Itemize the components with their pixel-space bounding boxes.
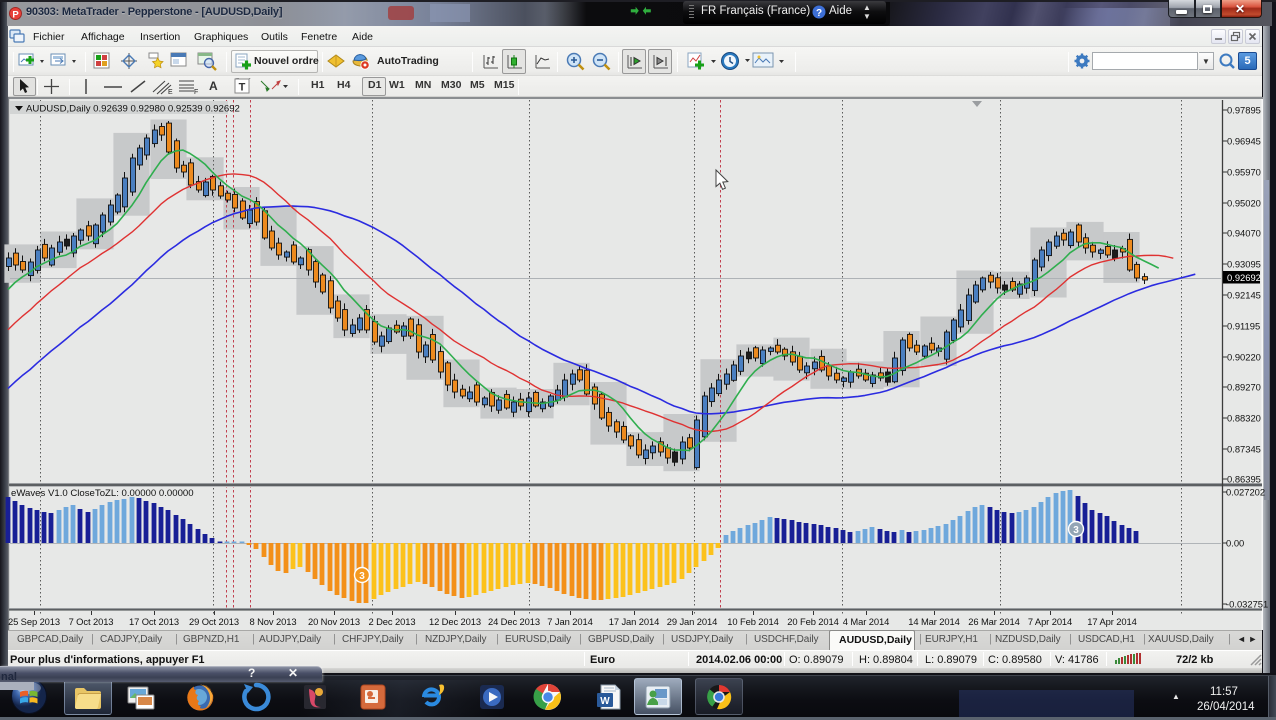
svg-text:17 Oct 2013: 17 Oct 2013 [129, 616, 179, 627]
svg-text:7 Apr 2014: 7 Apr 2014 [1028, 616, 1072, 627]
svg-text:8 Nov 2013: 8 Nov 2013 [250, 616, 297, 627]
svg-text:29 Oct 2013: 29 Oct 2013 [189, 616, 239, 627]
svg-text:14 Mar 2014: 14 Mar 2014 [908, 616, 960, 627]
svg-text:17 Jan 2014: 17 Jan 2014 [609, 616, 660, 627]
svg-text:29 Jan 2014: 29 Jan 2014 [667, 616, 718, 627]
svg-text:25 Sep 2013: 25 Sep 2013 [8, 616, 60, 627]
svg-text:0.95970: 0.95970 [1227, 167, 1261, 178]
svg-text:3: 3 [359, 571, 365, 582]
svg-text:12 Dec 2013: 12 Dec 2013 [429, 616, 481, 627]
svg-text:10 Feb 2014: 10 Feb 2014 [727, 616, 779, 627]
svg-text:17 Apr 2014: 17 Apr 2014 [1087, 616, 1136, 627]
svg-text:0.95020: 0.95020 [1227, 198, 1261, 209]
svg-text:eWaves V1.0 CloseToZL: 0.00000: eWaves V1.0 CloseToZL: 0.00000 0.00000 [11, 488, 194, 499]
svg-text:0.87345: 0.87345 [1227, 444, 1261, 455]
svg-text:AUDUSD,Daily 0.92639 0.92980: AUDUSD,Daily 0.92639 0.92980 0.92539 0.9… [26, 104, 240, 115]
svg-text:0.00: 0.00 [1226, 538, 1244, 549]
svg-text:0.93095: 0.93095 [1227, 259, 1261, 270]
svg-text:0.97895: 0.97895 [1227, 105, 1261, 116]
svg-text:3: 3 [1073, 525, 1079, 536]
svg-text:0.89270: 0.89270 [1227, 382, 1261, 393]
svg-text:0.96945: 0.96945 [1227, 136, 1261, 147]
svg-text:24 Dec 2013: 24 Dec 2013 [488, 616, 540, 627]
svg-text:26 Mar 2014: 26 Mar 2014 [968, 616, 1020, 627]
svg-text:0.91195: 0.91195 [1227, 321, 1260, 332]
svg-text:7 Oct 2013: 7 Oct 2013 [69, 616, 114, 627]
svg-text:W: W [600, 696, 610, 707]
svg-text:0.90220: 0.90220 [1227, 352, 1261, 363]
svg-text:0.86395: 0.86395 [1227, 474, 1261, 485]
svg-text:20 Nov 2013: 20 Nov 2013 [308, 616, 360, 627]
svg-text:-0.032751: -0.032751 [1226, 599, 1268, 610]
svg-text:20 Feb 2014: 20 Feb 2014 [787, 616, 839, 627]
svg-text:0.92692: 0.92692 [1227, 272, 1261, 283]
svg-text:0.027202: 0.027202 [1226, 487, 1265, 498]
svg-text:2 Dec 2013: 2 Dec 2013 [369, 616, 416, 627]
svg-text:0.92145: 0.92145 [1227, 290, 1261, 301]
svg-text:0.94070: 0.94070 [1227, 228, 1261, 239]
svg-text:7 Jan 2014: 7 Jan 2014 [547, 616, 592, 627]
svg-text:4 Mar 2014: 4 Mar 2014 [843, 616, 889, 627]
svg-text:0.88320: 0.88320 [1227, 413, 1261, 424]
